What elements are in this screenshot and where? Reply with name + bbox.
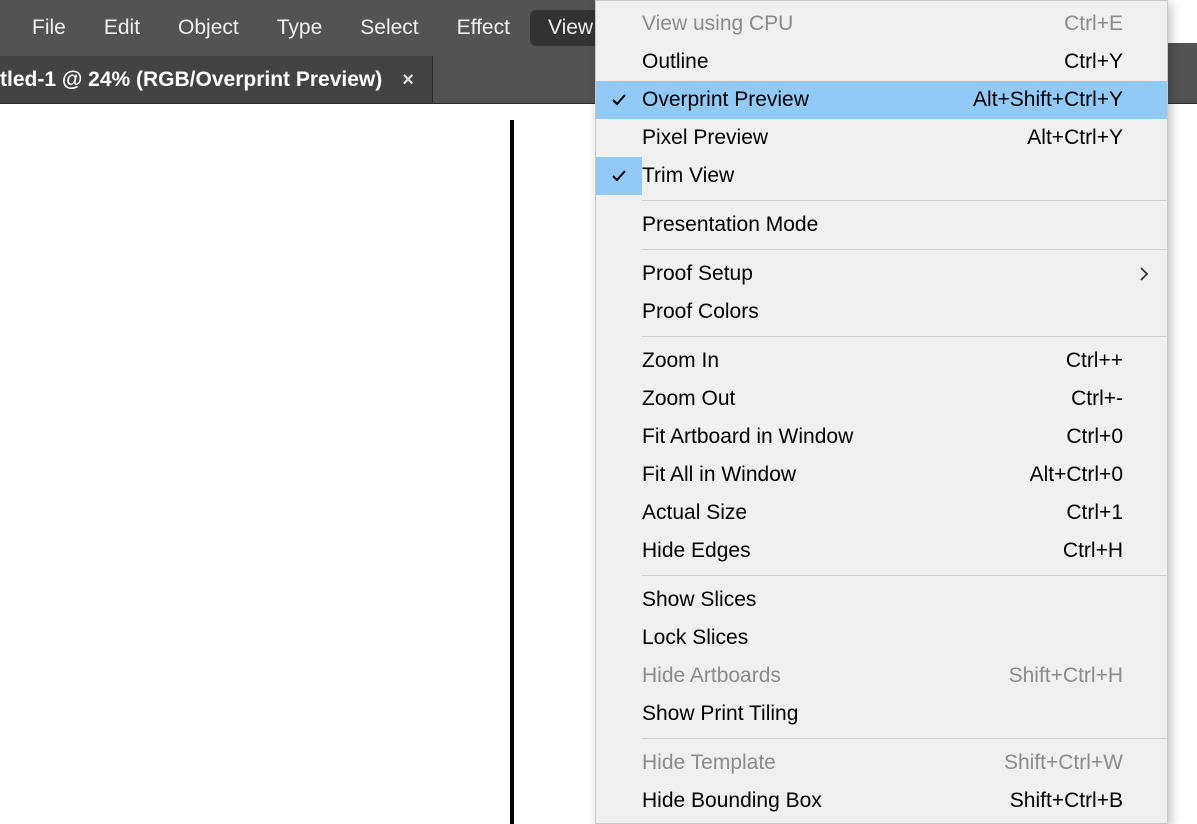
menu-separator <box>642 336 1167 337</box>
menu-item-fit-artboard-in-window[interactable]: Fit Artboard in WindowCtrl+0 <box>596 418 1167 456</box>
menu-file[interactable]: File <box>14 10 84 46</box>
menu-item-label: Fit Artboard in Window <box>642 425 1066 449</box>
menu-type[interactable]: Type <box>259 10 341 46</box>
checkmark-icon <box>596 157 642 195</box>
menu-item-presentation-mode[interactable]: Presentation Mode <box>596 206 1167 244</box>
view-dropdown-menu: View using CPUCtrl+EOutlineCtrl+YOverpri… <box>595 0 1168 824</box>
menu-item-label: Show Slices <box>642 588 1123 612</box>
document-tab[interactable]: tled-1 @ 24% (RGB/Overprint Preview) × <box>0 56 432 103</box>
menu-item-hide-bounding-box[interactable]: Hide Bounding BoxShift+Ctrl+B <box>596 782 1167 820</box>
menu-item-shortcut: Ctrl+- <box>1071 387 1123 411</box>
menu-item-fit-all-in-window[interactable]: Fit All in WindowAlt+Ctrl+0 <box>596 456 1167 494</box>
menu-item-shortcut: Ctrl+1 <box>1066 501 1123 525</box>
menu-item-label: Proof Colors <box>642 300 1123 324</box>
menu-effect[interactable]: Effect <box>439 10 528 46</box>
menu-item-hide-template: Hide TemplateShift+Ctrl+W <box>596 744 1167 782</box>
menu-item-label: Hide Artboards <box>642 664 1009 688</box>
menu-item-pixel-preview[interactable]: Pixel PreviewAlt+Ctrl+Y <box>596 119 1167 157</box>
menu-item-shortcut: Shift+Ctrl+W <box>1004 751 1123 775</box>
menu-item-label: Hide Bounding Box <box>642 789 1010 813</box>
menu-item-show-slices[interactable]: Show Slices <box>596 581 1167 619</box>
menu-item-outline[interactable]: OutlineCtrl+Y <box>596 43 1167 81</box>
menu-item-shortcut: Ctrl++ <box>1066 349 1123 373</box>
menu-item-label: View using CPU <box>642 12 1064 36</box>
menu-item-label: Fit All in Window <box>642 463 1030 487</box>
menu-item-label: Actual Size <box>642 501 1066 525</box>
menu-item-shortcut: Alt+Shift+Ctrl+Y <box>973 88 1123 112</box>
menu-item-label: Presentation Mode <box>642 213 1123 237</box>
menu-item-view-using-cpu: View using CPUCtrl+E <box>596 5 1167 43</box>
menu-separator <box>642 575 1167 576</box>
menu-item-shortcut: Ctrl+E <box>1064 12 1123 36</box>
menu-item-zoom-in[interactable]: Zoom InCtrl++ <box>596 342 1167 380</box>
menu-item-shortcut: Shift+Ctrl+B <box>1010 789 1123 813</box>
menu-separator <box>642 200 1167 201</box>
menu-item-label: Show Print Tiling <box>642 702 1123 726</box>
window-edge <box>1168 0 1197 43</box>
menu-item-trim-view[interactable]: Trim View <box>596 157 1167 195</box>
menu-object[interactable]: Object <box>160 10 257 46</box>
menu-item-show-print-tiling[interactable]: Show Print Tiling <box>596 695 1167 733</box>
menu-item-shortcut: Ctrl+Y <box>1064 50 1123 74</box>
menu-item-actual-size[interactable]: Actual SizeCtrl+1 <box>596 494 1167 532</box>
menu-item-label: Outline <box>642 50 1064 74</box>
document-tab-title: tled-1 @ 24% (RGB/Overprint Preview) <box>0 68 382 92</box>
menu-item-label: Hide Edges <box>642 539 1063 563</box>
menu-separator <box>642 249 1167 250</box>
menu-item-shortcut: Shift+Ctrl+H <box>1009 664 1123 688</box>
menu-item-overprint-preview[interactable]: Overprint PreviewAlt+Shift+Ctrl+Y <box>596 81 1167 119</box>
close-icon[interactable]: × <box>402 70 414 90</box>
menu-item-hide-artboards: Hide ArtboardsShift+Ctrl+H <box>596 657 1167 695</box>
menu-item-label: Proof Setup <box>642 262 1123 286</box>
menu-item-label: Hide Template <box>642 751 1004 775</box>
menu-item-label: Overprint Preview <box>642 88 973 112</box>
menu-separator <box>642 738 1167 739</box>
menu-item-show-transparency-grid[interactable]: Show Transparency GridShift+Ctrl+D <box>596 820 1167 824</box>
menu-item-zoom-out[interactable]: Zoom OutCtrl+- <box>596 380 1167 418</box>
menu-item-proof-colors[interactable]: Proof Colors <box>596 293 1167 331</box>
chevron-right-icon <box>1123 267 1149 281</box>
checkmark-icon <box>596 92 642 108</box>
menu-item-hide-edges[interactable]: Hide EdgesCtrl+H <box>596 532 1167 570</box>
menu-select[interactable]: Select <box>342 10 436 46</box>
menu-item-shortcut: Alt+Ctrl+0 <box>1030 463 1123 487</box>
menu-item-label: Trim View <box>642 164 1123 188</box>
menu-item-label: Pixel Preview <box>642 126 1027 150</box>
menu-edit[interactable]: Edit <box>86 10 158 46</box>
menu-item-label: Lock Slices <box>642 626 1123 650</box>
menu-item-proof-setup[interactable]: Proof Setup <box>596 255 1167 293</box>
menu-item-lock-slices[interactable]: Lock Slices <box>596 619 1167 657</box>
menu-item-shortcut: Ctrl+H <box>1063 539 1123 563</box>
artboard-edge <box>510 120 514 824</box>
menu-item-shortcut: Alt+Ctrl+Y <box>1027 126 1123 150</box>
menu-item-label: Zoom In <box>642 349 1066 373</box>
menu-item-label: Zoom Out <box>642 387 1071 411</box>
menu-item-shortcut: Ctrl+0 <box>1066 425 1123 449</box>
